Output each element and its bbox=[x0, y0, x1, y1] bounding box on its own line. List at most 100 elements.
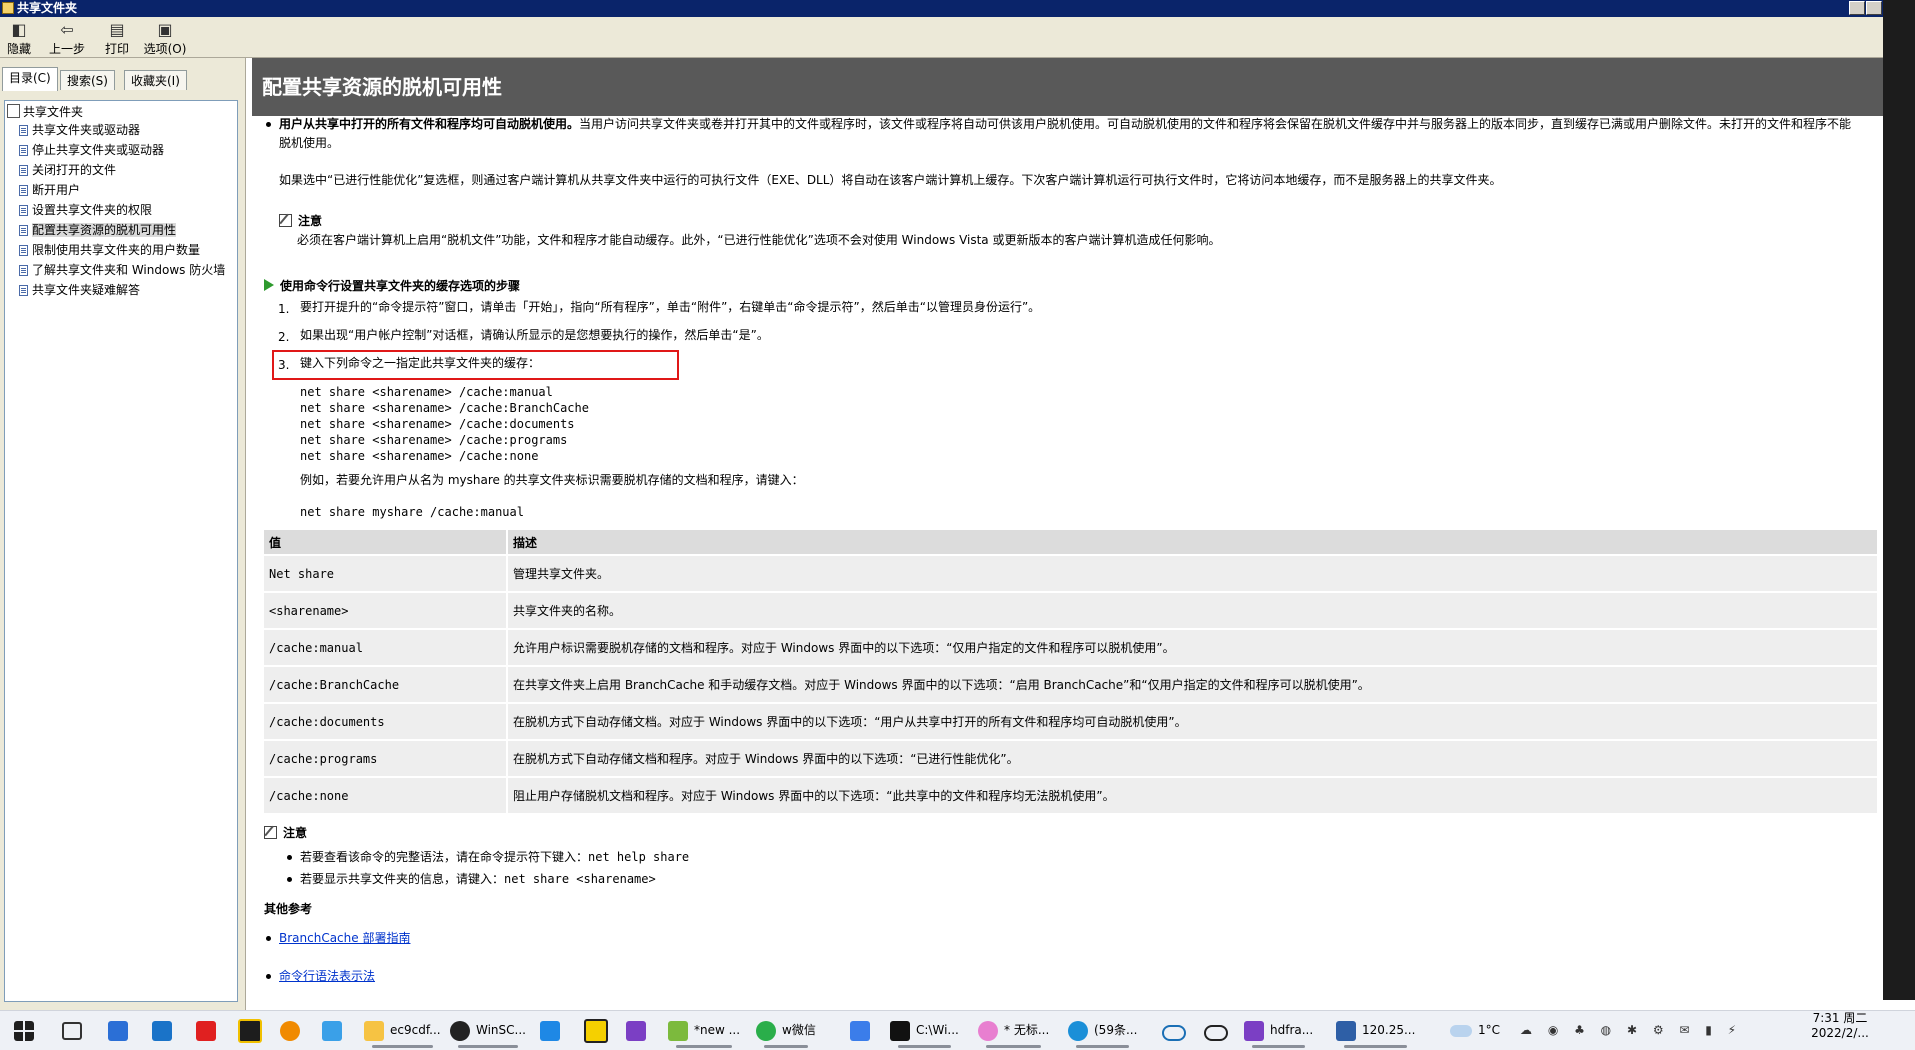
options-button[interactable]: ▣ 选项(O) bbox=[142, 19, 188, 57]
search-app-button[interactable] bbox=[280, 1017, 306, 1043]
branchcache-guide-link[interactable]: BranchCache 部署指南 bbox=[279, 931, 410, 945]
taskbar-app[interactable]: C:\Wi... bbox=[890, 1017, 959, 1048]
steps-header: 使用命令行设置共享文件夹的缓存选项的步骤 bbox=[264, 277, 520, 294]
table-value-cell: /cache:none bbox=[264, 777, 508, 815]
taskbar-app[interactable]: hdfra... bbox=[1244, 1017, 1314, 1048]
table-desc-cell: 允许用户标识需要脱机存储的文档和程序。对应于 Windows 界面中的以下选项：… bbox=[507, 629, 1877, 667]
minimize-button[interactable] bbox=[1849, 1, 1865, 15]
clock-time: 7:31 周二 bbox=[1812, 1011, 1868, 1025]
tree-item[interactable]: 关闭打开的文件 bbox=[19, 161, 116, 179]
clock-date: 2022/2/... bbox=[1811, 1026, 1869, 1040]
feishu-button[interactable] bbox=[850, 1017, 876, 1043]
tree-item[interactable]: 限制使用共享文件夹的用户数量 bbox=[19, 241, 200, 259]
step-number: 1. bbox=[278, 302, 290, 316]
app-yellow-icon bbox=[238, 1018, 262, 1043]
cloud-app2-button[interactable] bbox=[1204, 1017, 1234, 1043]
hide-button[interactable]: ◧ 隐藏 bbox=[4, 19, 34, 57]
tree-item[interactable]: 断开用户 bbox=[19, 181, 80, 199]
task-view-button[interactable] bbox=[62, 1017, 88, 1043]
tree-item[interactable]: 共享文件夹疑难解答 bbox=[19, 281, 140, 299]
tab-contents[interactable]: 目录(C) bbox=[2, 67, 58, 91]
visual-studio-button[interactable] bbox=[626, 1017, 652, 1043]
table-row: /cache:none 阻止用户存储脱机文档和程序。对应于 Windows 界面… bbox=[264, 777, 1877, 815]
parameters-table: 值 描述 Net share 管理共享文件夹。 <sharename> 共享文件… bbox=[264, 530, 1877, 815]
system-tray-icons[interactable]: ☁ ◉ ♣ ◍ ✱ ⚙ ✉ ▮ ⚡ bbox=[1520, 1017, 1742, 1043]
tree-item-label: 停止共享文件夹或驱动器 bbox=[32, 143, 165, 157]
taskbar-app[interactable]: 120.25... bbox=[1336, 1017, 1415, 1048]
tab-favorites[interactable]: 收藏夹(I) bbox=[124, 70, 187, 90]
page-icon bbox=[19, 165, 28, 176]
clock[interactable]: 7:31 周二 2022/2/... bbox=[1808, 1011, 1872, 1041]
folder-icon bbox=[2, 2, 14, 14]
back-button[interactable]: ⇦ 上一步 bbox=[46, 19, 88, 57]
table-value-cell: /cache:programs bbox=[264, 740, 508, 778]
tree-item-selected[interactable]: 配置共享资源的脱机可用性 bbox=[19, 221, 177, 239]
page-icon bbox=[19, 185, 28, 196]
contents-tree: 共享文件夹 共享文件夹或驱动器 停止共享文件夹或驱动器 关闭打开的文件 断开用户… bbox=[4, 100, 238, 1002]
taskbar-app[interactable]: w微信 bbox=[756, 1017, 816, 1048]
step-text: 如果出现“用户帐户控制”对话框，请确认所显示的是您想要执行的操作，然后单击“是”… bbox=[300, 328, 769, 342]
tree-item[interactable]: 了解共享文件夹和 Windows 防火墙 bbox=[19, 261, 225, 279]
note2-item-code: net share <sharename> bbox=[504, 872, 656, 886]
page-icon bbox=[19, 265, 28, 276]
taskbar-app[interactable]: ec9cdf... bbox=[364, 1017, 441, 1048]
table-desc-cell: 在脱机方式下自动存储文档和程序。对应于 Windows 界面中的以下选项：“已进… bbox=[507, 740, 1877, 778]
app-yellow-button[interactable] bbox=[238, 1017, 268, 1043]
wechat-icon bbox=[756, 1020, 776, 1041]
tree-item[interactable]: 共享文件夹或驱动器 bbox=[19, 121, 140, 139]
table-header-cell: 描述 bbox=[507, 530, 1877, 556]
taskbar-app[interactable]: *new ... bbox=[668, 1017, 740, 1048]
back-arrow-icon: ⇦ bbox=[60, 20, 74, 39]
mail-button[interactable] bbox=[152, 1017, 178, 1043]
step-text: 键入下列命令之一指定此共享文件夹的缓存： bbox=[300, 356, 541, 370]
weather-widget[interactable]: 1°C bbox=[1450, 1017, 1500, 1043]
visual-studio-icon bbox=[1244, 1020, 1264, 1041]
page-title: 配置共享资源的脱机可用性 bbox=[252, 58, 1883, 116]
taskbar-app[interactable]: * 无标... bbox=[978, 1017, 1049, 1048]
store-icon bbox=[108, 1020, 128, 1041]
table-row: <sharename> 共享文件夹的名称。 bbox=[264, 592, 1877, 630]
printer-icon: ▤ bbox=[109, 20, 125, 39]
tree-item-label: 关闭打开的文件 bbox=[32, 163, 117, 177]
tree-item[interactable]: 停止共享文件夹或驱动器 bbox=[19, 141, 164, 159]
store-button[interactable] bbox=[108, 1017, 134, 1043]
cloud-icon bbox=[1162, 1024, 1186, 1041]
note2-item-code: net help share bbox=[588, 850, 690, 864]
table-value-cell: /cache:manual bbox=[264, 629, 508, 667]
notes-icon bbox=[584, 1018, 608, 1043]
cloud-app-button[interactable] bbox=[1162, 1017, 1192, 1043]
taskbar-app-label: hdfra... bbox=[1270, 1023, 1314, 1037]
desktop-background-strip bbox=[1883, 0, 1915, 1000]
app-blue-button[interactable] bbox=[322, 1017, 348, 1043]
taskbar-app[interactable]: WinSC... bbox=[450, 1017, 526, 1048]
visual-studio-icon bbox=[626, 1020, 646, 1041]
start-button[interactable] bbox=[14, 1017, 40, 1043]
search-icon bbox=[280, 1020, 300, 1041]
example-command: net share myshare /cache:manual bbox=[300, 505, 524, 519]
notes-button[interactable] bbox=[584, 1017, 614, 1043]
tab-search[interactable]: 搜索(S) bbox=[60, 70, 115, 90]
taskbar-app[interactable]: (59条... bbox=[1068, 1017, 1138, 1048]
app-red-icon bbox=[196, 1020, 216, 1041]
tree-root[interactable]: 共享文件夹 bbox=[7, 103, 83, 120]
tree-item[interactable]: 设置共享文件夹的权限 bbox=[19, 201, 152, 219]
tree-item-label: 设置共享文件夹的权限 bbox=[32, 203, 153, 217]
command-syntax-link[interactable]: 命令行语法表示法 bbox=[279, 969, 375, 983]
tree-item-label: 配置共享资源的脱机可用性 bbox=[32, 223, 177, 237]
steps-header-text: 使用命令行设置共享文件夹的缓存选项的步骤 bbox=[280, 279, 521, 293]
table-desc-cell: 共享文件夹的名称。 bbox=[507, 592, 1877, 630]
cloud-icon bbox=[1204, 1024, 1228, 1041]
vscode-button[interactable] bbox=[540, 1017, 566, 1043]
step-number: 3. bbox=[278, 358, 290, 372]
app-red-button[interactable] bbox=[196, 1017, 222, 1043]
table-value-cell: Net share bbox=[264, 555, 508, 593]
print-button[interactable]: ▤ 打印 bbox=[102, 19, 132, 57]
maximize-button[interactable] bbox=[1866, 1, 1882, 15]
note-pencil-icon bbox=[264, 826, 277, 839]
taskbar-app-label: (59条... bbox=[1094, 1023, 1138, 1037]
step-number: 2. bbox=[278, 330, 290, 344]
table-value-cell: /cache:documents bbox=[264, 703, 508, 741]
note2-item-text: 若要查看该命令的完整语法，请在命令提示符下键入： bbox=[300, 850, 589, 864]
print-label: 打印 bbox=[104, 42, 129, 56]
bullet-bold-text: 用户从共享中打开的所有文件和程序均可自动脱机使用。 bbox=[279, 117, 580, 131]
